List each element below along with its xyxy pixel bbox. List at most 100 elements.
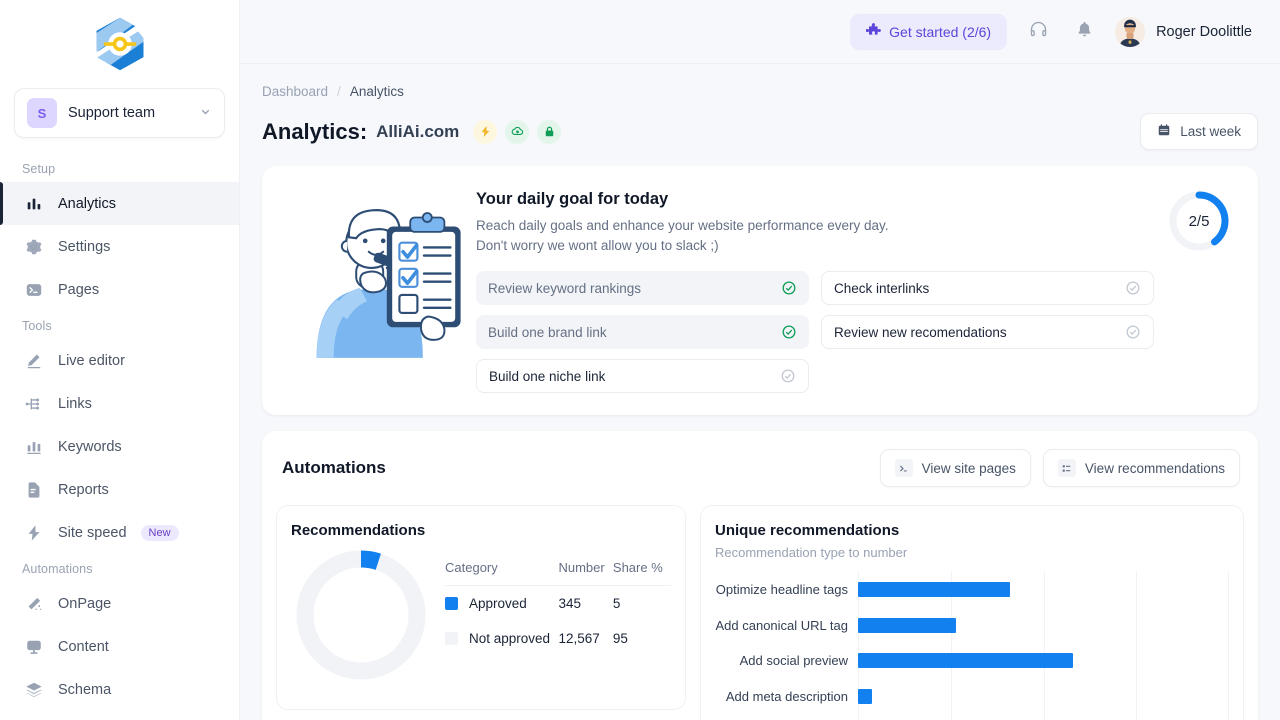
goal-task-label: Review new recomendations [834, 325, 1125, 340]
site-status-badges [473, 120, 561, 144]
sidebar-item-label: Content [58, 639, 109, 655]
check-circle-icon[interactable] [780, 368, 796, 384]
notifications-button[interactable] [1069, 17, 1099, 47]
goal-task-item[interactable]: Build one brand link [476, 315, 809, 349]
chart-category-label: Add meta description [715, 689, 858, 704]
terminal-icon [24, 280, 44, 300]
sidebar-item-label: Analytics [58, 196, 116, 212]
goal-task-column-left: Review keyword rankings Build one brand … [476, 271, 809, 393]
cell-number: 12,567 [558, 621, 612, 656]
recommendations-donut-chart [291, 545, 431, 685]
sidebar-item-onpage[interactable]: OnPage [0, 582, 239, 625]
view-recommendations-button[interactable]: View recommendations [1043, 449, 1240, 487]
goal-progress-label: 2/5 [1189, 213, 1210, 230]
date-filter-label: Last week [1180, 124, 1241, 139]
sidebar-item-label: Schema [58, 682, 111, 698]
recommendations-table: Category Number Share % Approved [431, 560, 671, 670]
breadcrumb-analytics[interactable]: Analytics [350, 84, 404, 99]
goal-body: Your daily goal for today Reach daily go… [476, 184, 1154, 393]
chart-bar[interactable] [858, 582, 1010, 597]
automations-actions: View site pages View recommendations [880, 449, 1240, 487]
legend-swatch-not-approved [445, 632, 458, 645]
view-site-pages-button[interactable]: View site pages [880, 449, 1031, 487]
nav-section-automations: Automations [0, 554, 239, 582]
goal-task-item[interactable]: Check interlinks [821, 271, 1154, 305]
headset-icon [1028, 19, 1049, 45]
get-started-button[interactable]: Get started (2/6) [850, 14, 1007, 50]
sidebar-item-links[interactable]: Links [0, 382, 239, 425]
column-header-number: Number [558, 560, 612, 586]
chart-bar-row: Optimize title [715, 714, 1229, 720]
goal-task-column-right: Check interlinks Review new recomendatio… [821, 271, 1154, 393]
monitor-icon [24, 637, 44, 657]
gear-icon [24, 237, 44, 257]
cell-share: 5 [613, 586, 671, 622]
chart-category-label: Optimize headline tags [715, 582, 858, 597]
goal-task-item[interactable]: Build one niche link [476, 359, 809, 393]
sidebar-item-schema[interactable]: Schema [0, 668, 239, 711]
check-circle-icon[interactable] [1125, 280, 1141, 296]
chart-bars: Optimize headline tags Add canonical URL… [715, 572, 1229, 720]
goal-task-label: Build one brand link [488, 325, 781, 340]
chart-category-label: Add canonical URL tag [715, 618, 858, 633]
layers-icon [24, 680, 44, 700]
goal-subtext: Reach daily goals and enhance your websi… [476, 216, 906, 255]
cell-category: Approved [469, 596, 527, 611]
chart-bar-row: Add canonical URL tag [715, 608, 1229, 644]
sidebar-item-label: Links [58, 396, 92, 412]
goal-heading: Your daily goal for today [476, 190, 1154, 209]
cell-number: 345 [558, 586, 612, 622]
bell-icon [1075, 20, 1094, 44]
chevron-down-icon [199, 105, 212, 121]
sidebar-item-settings[interactable]: Settings [0, 225, 239, 268]
automations-panels: Recommendations Category [276, 505, 1244, 720]
sidebar-item-pages[interactable]: Pages [0, 268, 239, 311]
check-circle-icon[interactable] [781, 280, 797, 296]
view-site-pages-label: View site pages [922, 461, 1016, 476]
chart-bar-row: Add meta description [715, 679, 1229, 715]
cell-category: Not approved [469, 631, 550, 646]
goal-task-item[interactable]: Review keyword rankings [476, 271, 809, 305]
magic-wand-icon [24, 594, 44, 614]
sidebar-item-live-editor[interactable]: Live editor [0, 339, 239, 382]
support-button[interactable] [1023, 17, 1053, 47]
table-row: Not approved 12,567 95 [445, 621, 671, 656]
breadcrumb-dashboard[interactable]: Dashboard [262, 84, 328, 99]
sidebar-item-site-speed[interactable]: Site speed New [0, 511, 239, 554]
bolt-icon [473, 120, 497, 144]
chart-bar[interactable] [858, 618, 956, 633]
sidebar: S Support team Setup Analytics Settings … [0, 0, 240, 720]
breadcrumb: Dashboard / Analytics [262, 64, 1258, 99]
team-selector[interactable]: S Support team [14, 88, 225, 138]
goal-task-columns: Review keyword rankings Build one brand … [476, 271, 1154, 393]
page-domain: AlliAi.com [376, 122, 459, 142]
table-row: Approved 345 5 [445, 586, 671, 622]
chart-bar[interactable] [858, 689, 872, 704]
check-circle-icon[interactable] [1125, 324, 1141, 340]
automations-card: Automations View site pages [262, 431, 1258, 720]
sidebar-item-label: Keywords [58, 439, 122, 455]
check-circle-icon[interactable] [781, 324, 797, 340]
chart-category-label: Add social preview [715, 653, 858, 668]
sidebar-item-label: Site speed [58, 525, 127, 541]
sidebar-item-label: Live editor [58, 353, 125, 369]
recommendations-panel: Recommendations Category [276, 505, 686, 710]
sidebar-item-keywords[interactable]: Keywords [0, 425, 239, 468]
sidebar-item-analytics[interactable]: Analytics [0, 182, 239, 225]
puzzle-icon [866, 23, 881, 41]
goal-task-label: Check interlinks [834, 281, 1125, 296]
content-scroll: Dashboard / Analytics Analytics: AlliAi.… [240, 64, 1280, 720]
goal-task-item[interactable]: Review new recomendations [821, 315, 1154, 349]
unique-recommendations-title: Unique recommendations [715, 522, 1229, 539]
avatar [1115, 17, 1145, 47]
sidebar-item-reports[interactable]: Reports [0, 468, 239, 511]
status-badge-new: New [141, 525, 179, 541]
user-menu[interactable]: Roger Doolittle [1115, 17, 1252, 47]
app-logo[interactable] [0, 0, 239, 88]
chart-bar[interactable] [858, 653, 1073, 668]
date-filter-button[interactable]: Last week [1140, 113, 1258, 150]
sidebar-item-content[interactable]: Content [0, 625, 239, 668]
app-root: S Support team Setup Analytics Settings … [0, 0, 1280, 720]
automations-header: Automations View site pages [276, 449, 1244, 487]
sitemap-icon [24, 394, 44, 414]
